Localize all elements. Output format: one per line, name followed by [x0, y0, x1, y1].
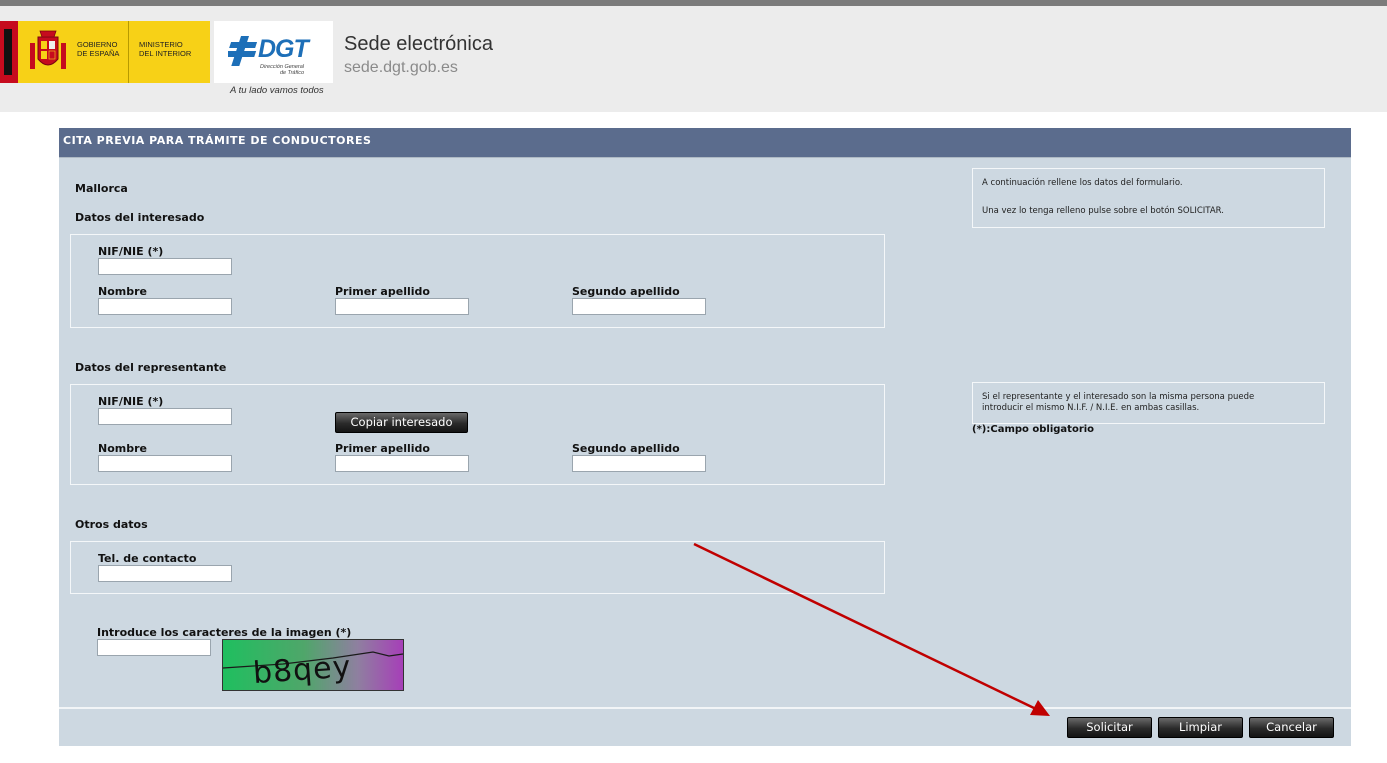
annotation-arrow-icon — [693, 542, 1050, 716]
